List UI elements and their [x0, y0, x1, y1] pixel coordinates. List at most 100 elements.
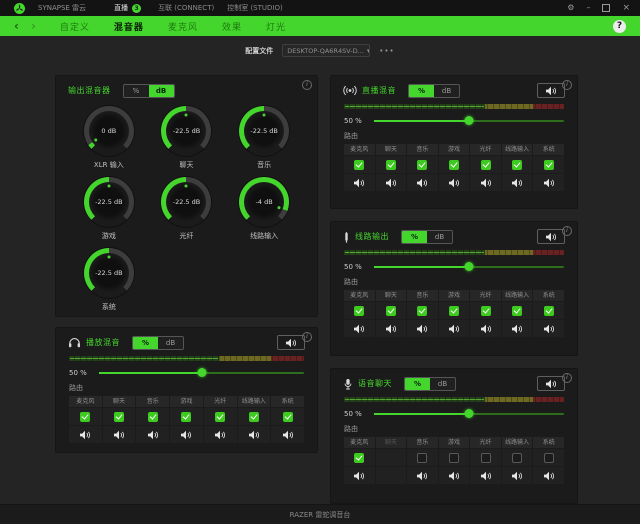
knob-dial-game[interactable]: -22.5 dB — [84, 177, 134, 227]
unit-db-button[interactable]: dB — [158, 337, 183, 349]
checkbox-checked-optical[interactable] — [481, 160, 491, 170]
knob-dial-system[interactable]: -22.5 dB — [84, 248, 134, 298]
unit-percent-button[interactable]: % — [124, 85, 149, 97]
speaker-icon-game[interactable] — [180, 425, 192, 444]
checkbox-checked-music[interactable] — [417, 306, 427, 316]
speaker-icon-system[interactable] — [543, 319, 555, 338]
speaker-icon-system[interactable] — [543, 173, 555, 192]
knob-dial-chat[interactable]: -22.5 dB — [161, 106, 211, 156]
tab-connect[interactable]: 互联 (CONNECT) — [158, 3, 214, 13]
checkbox-checked-chat[interactable] — [386, 306, 396, 316]
checkbox-checked-mic[interactable] — [80, 412, 90, 422]
unit-percent-button[interactable]: % — [405, 378, 430, 390]
mute-button[interactable] — [537, 376, 565, 391]
checkbox-unchecked-game[interactable] — [449, 453, 459, 463]
nav-tab-mixer[interactable]: 混音器 — [114, 20, 144, 33]
speaker-icon-mic[interactable] — [353, 319, 365, 338]
checkbox-checked-line-in[interactable] — [512, 160, 522, 170]
checkbox-checked-system[interactable] — [283, 412, 293, 422]
speaker-icon-optical[interactable] — [480, 466, 492, 485]
unit-db-button[interactable]: dB — [430, 378, 455, 390]
info-icon[interactable]: i — [562, 226, 572, 236]
forward-arrow-icon[interactable]: › — [31, 16, 36, 36]
knob-dial-optical[interactable]: -22.5 dB — [161, 177, 211, 227]
checkbox-unchecked-music[interactable] — [417, 453, 427, 463]
info-icon[interactable]: i — [302, 332, 312, 342]
speaker-icon-optical[interactable] — [480, 173, 492, 192]
unit-percent-button[interactable]: % — [133, 337, 158, 349]
checkbox-checked-music[interactable] — [148, 412, 158, 422]
checkbox-checked-system[interactable] — [544, 160, 554, 170]
unit-percent-button[interactable]: % — [409, 85, 434, 97]
unit-toggle[interactable]: %dB — [408, 84, 460, 98]
maximize-button[interactable] — [602, 4, 610, 12]
speaker-icon-game[interactable] — [448, 466, 460, 485]
volume-slider[interactable] — [374, 408, 564, 420]
speaker-icon-line-in[interactable] — [511, 173, 523, 192]
close-button[interactable]: × — [622, 0, 630, 16]
checkbox-checked-optical[interactable] — [215, 412, 225, 422]
checkbox-checked-optical[interactable] — [481, 306, 491, 316]
speaker-icon-music[interactable] — [147, 425, 159, 444]
speaker-icon-chat[interactable] — [385, 173, 397, 192]
speaker-icon-line-in[interactable] — [511, 466, 523, 485]
knob-dial-xlr-input[interactable]: 0 dB — [84, 106, 134, 156]
speaker-icon-music[interactable] — [416, 319, 428, 338]
tab-studio[interactable]: 控制室 (STUDIO) — [227, 3, 283, 13]
mute-button[interactable] — [537, 229, 565, 244]
checkbox-checked-system[interactable] — [544, 306, 554, 316]
unit-toggle[interactable]: %dB — [404, 377, 456, 391]
checkbox-checked-mic[interactable] — [354, 160, 364, 170]
unit-db-button[interactable]: dB — [149, 85, 174, 97]
nav-tab-fx[interactable]: 效果 — [222, 20, 242, 33]
volume-slider[interactable] — [99, 367, 304, 379]
speaker-icon-chat[interactable] — [385, 319, 397, 338]
unit-toggle[interactable]: % dB — [123, 84, 175, 98]
info-icon[interactable]: i — [562, 80, 572, 90]
profile-more-button[interactable]: ••• — [379, 47, 394, 55]
slider-thumb[interactable] — [465, 262, 474, 271]
mute-button[interactable] — [537, 83, 565, 98]
speaker-icon-optical[interactable] — [214, 425, 226, 444]
checkbox-checked-line-in[interactable] — [512, 306, 522, 316]
checkbox-checked-game[interactable] — [449, 160, 459, 170]
profile-dropdown[interactable]: DESKTOP-QA6R4SV-D... ▾ — [282, 44, 370, 57]
slider-thumb[interactable] — [465, 116, 474, 125]
slider-thumb[interactable] — [197, 368, 206, 377]
mute-button[interactable] — [277, 335, 305, 350]
tab-device[interactable]: 直播 — [114, 3, 128, 13]
unit-toggle[interactable]: %dB — [132, 336, 184, 350]
info-icon[interactable]: i — [562, 373, 572, 383]
unit-toggle[interactable]: %dB — [401, 230, 453, 244]
slider-thumb[interactable] — [465, 409, 474, 418]
speaker-icon-music[interactable] — [416, 173, 428, 192]
speaker-icon-line-in[interactable] — [511, 319, 523, 338]
speaker-icon-music[interactable] — [416, 466, 428, 485]
help-icon[interactable]: ? — [613, 20, 626, 33]
speaker-icon-game[interactable] — [448, 319, 460, 338]
speaker-icon-system[interactable] — [282, 425, 294, 444]
checkbox-checked-mic[interactable] — [354, 306, 364, 316]
unit-percent-button[interactable]: % — [402, 231, 427, 243]
unit-db-button[interactable]: dB — [427, 231, 452, 243]
speaker-icon-line-in[interactable] — [248, 425, 260, 444]
info-icon[interactable]: i — [302, 80, 312, 90]
nav-tab-customize[interactable]: 自定义 — [60, 20, 90, 33]
minimize-button[interactable]: – — [586, 0, 590, 16]
checkbox-unchecked-system[interactable] — [544, 453, 554, 463]
speaker-icon-mic[interactable] — [353, 466, 365, 485]
volume-slider[interactable] — [374, 261, 564, 273]
volume-slider[interactable] — [374, 115, 564, 127]
speaker-icon-game[interactable] — [448, 173, 460, 192]
checkbox-checked-music[interactable] — [417, 160, 427, 170]
speaker-icon-mic[interactable] — [353, 173, 365, 192]
speaker-icon-optical[interactable] — [480, 319, 492, 338]
speaker-icon-system[interactable] — [543, 466, 555, 485]
checkbox-unchecked-optical[interactable] — [481, 453, 491, 463]
settings-gear-icon[interactable]: ⚙ — [567, 0, 574, 16]
checkbox-checked-game[interactable] — [449, 306, 459, 316]
checkbox-unchecked-line-in[interactable] — [512, 453, 522, 463]
speaker-icon-mic[interactable] — [79, 425, 91, 444]
checkbox-checked-line-in[interactable] — [249, 412, 259, 422]
checkbox-checked-chat[interactable] — [114, 412, 124, 422]
